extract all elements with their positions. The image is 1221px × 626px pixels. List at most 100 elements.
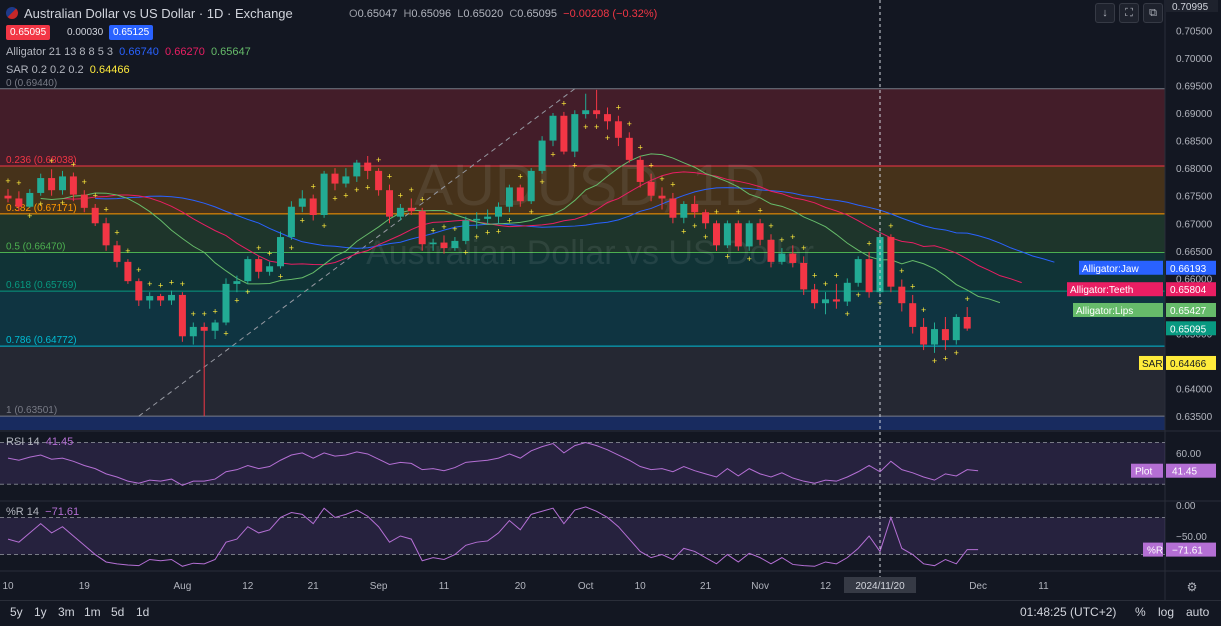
sar-dot: + xyxy=(834,271,839,281)
chart-area[interactable]: 0 (0.69440)0.236 (0.68038)0.382 (0.67171… xyxy=(0,0,1221,625)
sar-dot: + xyxy=(954,348,959,358)
candle-body xyxy=(931,329,938,345)
range-1y[interactable]: 1y xyxy=(34,605,47,619)
candle-body xyxy=(244,259,252,282)
time-tick-label: Aug xyxy=(174,581,192,592)
symbol-title[interactable]: Australian Dollar vs US Dollar · 1D · Ex… xyxy=(24,6,293,21)
sar-dot: + xyxy=(125,246,130,256)
candle-body xyxy=(843,282,851,302)
auto-toggle[interactable]: auto xyxy=(1186,605,1209,619)
fib-level-label: 0.786 (0.64772) xyxy=(6,335,77,346)
sell-button[interactable]: 0.65095 xyxy=(6,25,51,40)
candle-body xyxy=(571,114,579,152)
candle-body xyxy=(832,299,840,302)
candle-body xyxy=(854,259,862,283)
wr-legend[interactable]: %R 14 −71.61 xyxy=(6,506,79,518)
range-3m[interactable]: 3m xyxy=(58,605,75,619)
sar-legend[interactable]: SAR 0.2 0.2 0.2 0.64466 xyxy=(6,64,130,76)
candle-body xyxy=(516,187,524,202)
buy-button[interactable]: 0.65125 xyxy=(109,25,154,40)
price-tick-label: 0.67500 xyxy=(1176,192,1213,203)
sar-dot: + xyxy=(289,243,294,253)
time-tick-label: Dec xyxy=(969,581,987,592)
candle-body xyxy=(146,296,154,301)
candle-body xyxy=(647,181,655,196)
candle-body xyxy=(255,259,263,272)
sar-dot: + xyxy=(212,306,217,316)
sar-dot: + xyxy=(169,277,174,287)
sar-dot: + xyxy=(594,122,599,132)
time-tick-label: 21 xyxy=(308,581,320,592)
change-value: −0.00208 (−0.32%) xyxy=(563,8,658,20)
rsi-tick-label: 60.00 xyxy=(1176,449,1201,460)
range-5d[interactable]: 5d xyxy=(111,605,124,619)
clock[interactable]: 01:48:25 (UTC+2) xyxy=(1020,605,1116,619)
wr-band xyxy=(0,517,1165,555)
sar-dot: + xyxy=(932,356,937,366)
candle-body xyxy=(364,162,372,171)
percent-toggle[interactable]: % xyxy=(1135,605,1146,619)
rsi-legend[interactable]: RSI 14 41.45 xyxy=(6,436,73,448)
arrow-down-icon[interactable]: ↓ xyxy=(1095,3,1115,23)
candle-body xyxy=(451,240,459,249)
price-tick-label: 0.69500 xyxy=(1176,81,1213,92)
sar-dot: + xyxy=(888,221,893,231)
candle-body xyxy=(386,190,393,217)
candle-body xyxy=(680,203,688,218)
sar-dot: + xyxy=(256,243,261,253)
wr-value-label: −71.61 xyxy=(1172,546,1203,557)
candle-body xyxy=(800,262,808,290)
sar-dot: + xyxy=(71,159,76,169)
candle-body xyxy=(702,212,710,224)
sar-dot: + xyxy=(866,239,871,249)
sar-dot: + xyxy=(38,199,43,209)
sar-dot: + xyxy=(60,198,65,208)
candle-body xyxy=(342,176,350,184)
fib-level-label: 0.618 (0.65769) xyxy=(6,280,77,291)
sar-dot: + xyxy=(507,216,512,226)
sar-dot: + xyxy=(910,282,915,292)
candle-body xyxy=(462,220,470,241)
sar-dot: + xyxy=(114,228,119,238)
candle-body xyxy=(669,198,677,218)
sar-dot: + xyxy=(463,247,468,257)
sar-dot: + xyxy=(692,221,697,231)
settings-gear-icon: ⚙ xyxy=(1187,580,1198,594)
price-tag-label: 0.65804 xyxy=(1170,285,1207,296)
sar-dot: + xyxy=(496,227,501,237)
range-1d[interactable]: 1d xyxy=(136,605,149,619)
candle-body xyxy=(80,194,88,208)
candle-body xyxy=(887,237,895,287)
candle-body xyxy=(952,316,960,341)
range-5y[interactable]: 5y xyxy=(10,605,23,619)
time-tick-label: Oct xyxy=(578,581,594,592)
sar-dot: + xyxy=(398,191,403,201)
fib-level-label: 0 (0.69440) xyxy=(6,78,57,89)
sar-dot: + xyxy=(518,171,523,181)
candle-body xyxy=(691,203,699,213)
range-1m[interactable]: 1m xyxy=(84,605,101,619)
screenshot-icon[interactable]: ⧉ xyxy=(1143,3,1163,23)
alligator-legend[interactable]: Alligator 21 13 8 8 5 3 0.66740 0.66270 … xyxy=(6,46,251,58)
log-toggle[interactable]: log xyxy=(1158,605,1174,619)
rsi-value-label: 41.45 xyxy=(1172,467,1197,478)
candle-body xyxy=(37,178,45,193)
sar-dot: + xyxy=(561,99,566,109)
line-name-label: Alligator:Teeth xyxy=(1070,285,1133,296)
sar-dot: + xyxy=(158,281,163,291)
sar-dot: + xyxy=(191,309,196,319)
candle-body xyxy=(59,176,66,191)
candle-body xyxy=(549,115,557,141)
sar-dot: + xyxy=(409,185,414,195)
candle-body xyxy=(113,245,121,262)
candle-body xyxy=(778,253,786,262)
candle-body xyxy=(277,237,284,267)
sar-dot: + xyxy=(202,309,207,319)
price-tick-label: 0.67000 xyxy=(1176,219,1213,230)
sar-dot: + xyxy=(82,177,87,187)
sar-dot: + xyxy=(343,191,348,201)
sar-dot: + xyxy=(605,133,610,143)
sar-dot: + xyxy=(572,160,577,170)
expand-icon[interactable]: ⛶ xyxy=(1119,3,1139,23)
sar-dot: + xyxy=(147,279,152,289)
